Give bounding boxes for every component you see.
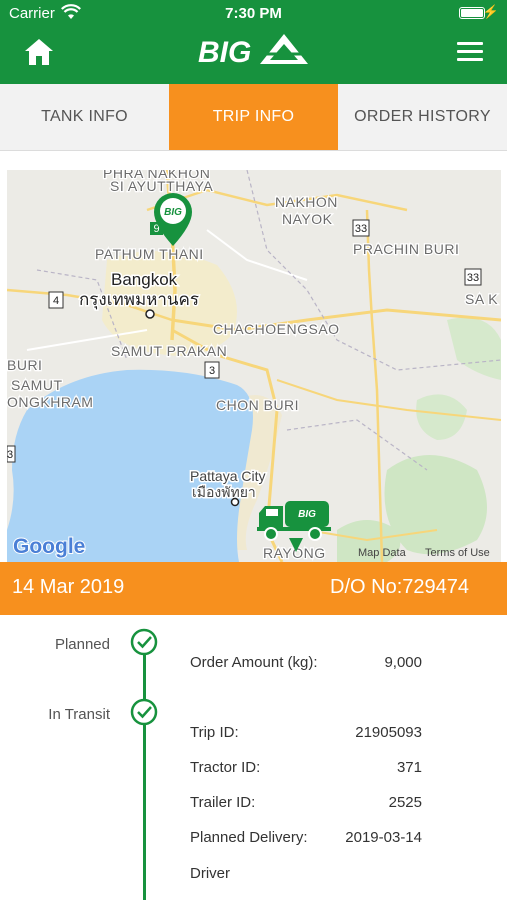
svg-text:33: 33 [355,223,367,235]
map-label-chachoengsao: CHACHOENGSAO [213,321,340,337]
map-data-link[interactable]: Map Data [358,547,407,559]
check-circle-icon [130,698,158,726]
map-label-samut: SAMUT [11,377,63,393]
pattaya-dot [230,497,240,507]
route-shield: 4 [48,291,64,309]
svg-text:Google: Google [13,535,85,558]
map-label-prachin-buri: PRACHIN BURI [353,241,459,257]
detail-key: Tractor ID: [190,759,261,776]
map-label-si-ayutthaya: SI AYUTTHAYA [110,178,213,194]
big-logo: BIG [198,34,308,69]
status-time: 7:30 PM [225,5,282,22]
charging-icon: ⚡ [482,4,499,19]
map-label-chon-buri: CHON BURI [216,397,299,413]
logo-text: BIG [198,36,251,69]
tab-order-history[interactable]: ORDER HISTORY [338,84,507,150]
svg-text:BIG: BIG [298,509,316,520]
detail-value: 371 [396,759,422,776]
route-shield: 3 [7,445,16,463]
detail-value: 9,000 [384,654,422,671]
map-label-pathum-thani: PATHUM THANI [95,246,204,262]
map-label-buri: BURI [7,357,42,373]
svg-text:BIG: BIG [164,207,182,218]
route-shield: 33 [464,268,482,286]
step-planned-label: Planned [54,636,110,653]
map-label-bangkok-thai: กรุงเทพมหานคร [79,290,199,310]
detail-value: 2019-03-14 [345,829,422,846]
battery-icon [459,7,485,19]
do-number: D/O No:729474 [330,576,469,598]
detail-value: 21905093 [355,724,422,741]
order-summary-bar: 14 Mar 2019 D/O No:729474 [0,562,507,615]
google-logo: Google [12,534,86,559]
detail-key: Trip ID: [190,724,239,741]
tab-trip-info[interactable]: TRIP INFO [169,84,338,150]
detail-key: Trailer ID: [190,794,256,811]
terms-of-use-link[interactable]: Terms of Use [425,547,490,559]
svg-text:3: 3 [7,449,13,461]
check-circle-icon [130,628,158,656]
detail-key: Planned Delivery: [190,829,308,846]
svg-text:33: 33 [467,272,479,284]
trip-map[interactable]: PHRA NAKHON SI AYUTTHAYA NAKHON NAYOK PA… [7,170,501,562]
detail-key: Order Amount (kg): [190,654,318,671]
svg-text:4: 4 [53,295,59,307]
map-label-nakhon: NAKHON [275,194,338,210]
detail-value: 2525 [388,794,422,811]
tab-bar: TANK INFO TRIP INFO ORDER HISTORY [0,84,507,151]
bangkok-dot [145,309,155,319]
map-label-ongkhram: ONGKHRAM [7,394,93,410]
tab-tank-info[interactable]: TANK INFO [0,84,169,150]
route-shield: 3 [204,361,220,379]
svg-text:3: 3 [209,365,215,377]
map-label-pattaya-thai: เมืองพัทยา [192,484,256,500]
menu-icon[interactable] [457,42,483,62]
status-bar: Carrier 7:30 PM ⚡ [0,0,507,28]
route-shield: 33 [352,219,370,237]
detail-key: Driver [190,865,230,882]
map-label-bangkok: Bangkok [111,270,178,289]
map-label-pattaya: Pattaya City [190,468,265,484]
map-label-samut-prakan: SAMUT PRAKAN [111,343,227,359]
map-label-nayok: NAYOK [282,211,333,227]
map-label-sa-k: SA K [465,291,498,307]
app-header: BIG [0,28,507,84]
order-date: 14 Mar 2019 [12,576,125,598]
home-icon[interactable] [24,37,54,67]
status-timeline-line [143,645,146,900]
step-in-transit-label: In Transit [48,706,110,723]
